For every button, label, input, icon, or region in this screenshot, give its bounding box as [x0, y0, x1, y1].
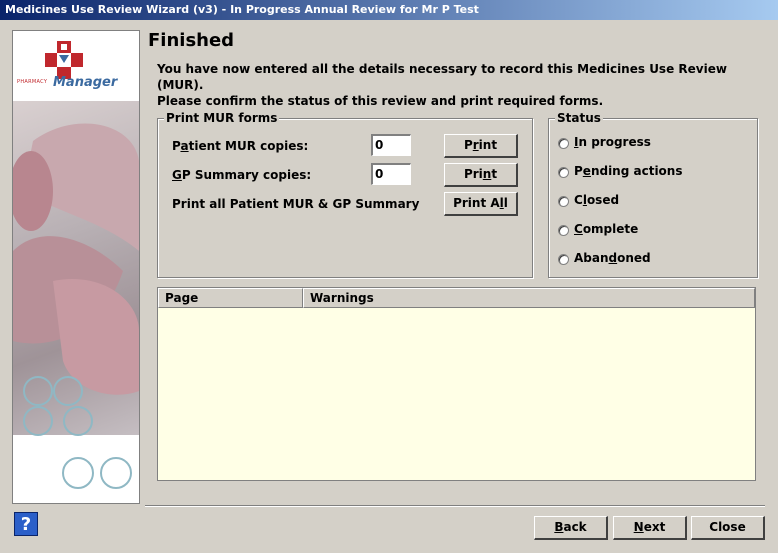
logo-pharmacy-text: PHARMACY	[17, 79, 48, 85]
close-button[interactable]: Close	[691, 516, 765, 540]
status-closed-label[interactable]: Closed	[574, 193, 619, 207]
column-header-page[interactable]: Page	[158, 288, 303, 308]
footer-divider	[145, 505, 765, 507]
print-gp-summary-button[interactable]: Print	[444, 163, 518, 187]
status-closed-radio[interactable]	[558, 196, 569, 207]
status-in-progress-label[interactable]: In progress	[574, 135, 651, 149]
column-header-warnings[interactable]: Warnings	[303, 288, 755, 308]
status-pending-actions-label[interactable]: Pending actions	[574, 164, 682, 178]
print-patient-mur-button[interactable]: Print	[444, 134, 518, 158]
status-abandoned-label[interactable]: Abandoned	[574, 251, 651, 265]
pharmacy-cross-icon	[45, 41, 83, 79]
help-icon[interactable]: ?	[14, 512, 38, 536]
window-title: Medicines Use Review Wizard (v3) - In Pr…	[0, 0, 778, 20]
print-all-label: Print all Patient MUR & GP Summary	[172, 197, 420, 211]
status-abandoned-radio[interactable]	[558, 254, 569, 265]
print-all-button[interactable]: Print All	[444, 192, 518, 216]
patient-mur-copies-input[interactable]: 0	[371, 134, 411, 156]
decorative-rings	[23, 376, 93, 436]
next-button[interactable]: Next	[613, 516, 687, 540]
warnings-list[interactable]: Page Warnings	[157, 287, 756, 481]
status-complete-radio[interactable]	[558, 225, 569, 236]
status-legend: Status	[555, 111, 603, 125]
intro-line-2: Please confirm the status of this review…	[157, 94, 604, 108]
patient-mur-copies-label: Patient MUR copies:	[172, 139, 309, 153]
gp-summary-copies-input[interactable]: 0	[371, 163, 411, 185]
back-button[interactable]: Back	[534, 516, 608, 540]
intro-text: You have now entered all the details nec…	[157, 61, 757, 109]
status-pending-actions-radio[interactable]	[558, 167, 569, 178]
pharmacy-manager-logo: PHARMACY Manager	[13, 31, 139, 101]
print-mur-forms-legend: Print MUR forms	[164, 111, 280, 125]
intro-line-1: You have now entered all the details nec…	[157, 62, 727, 92]
page-title: Finished	[148, 30, 235, 51]
logo-manager-text: Manager	[53, 75, 118, 90]
gp-summary-copies-label: GP Summary copies:	[172, 168, 312, 182]
status-complete-label[interactable]: Complete	[574, 222, 638, 236]
status-in-progress-radio[interactable]	[558, 138, 569, 149]
side-branding-panel: PHARMACY Manager	[12, 30, 140, 504]
